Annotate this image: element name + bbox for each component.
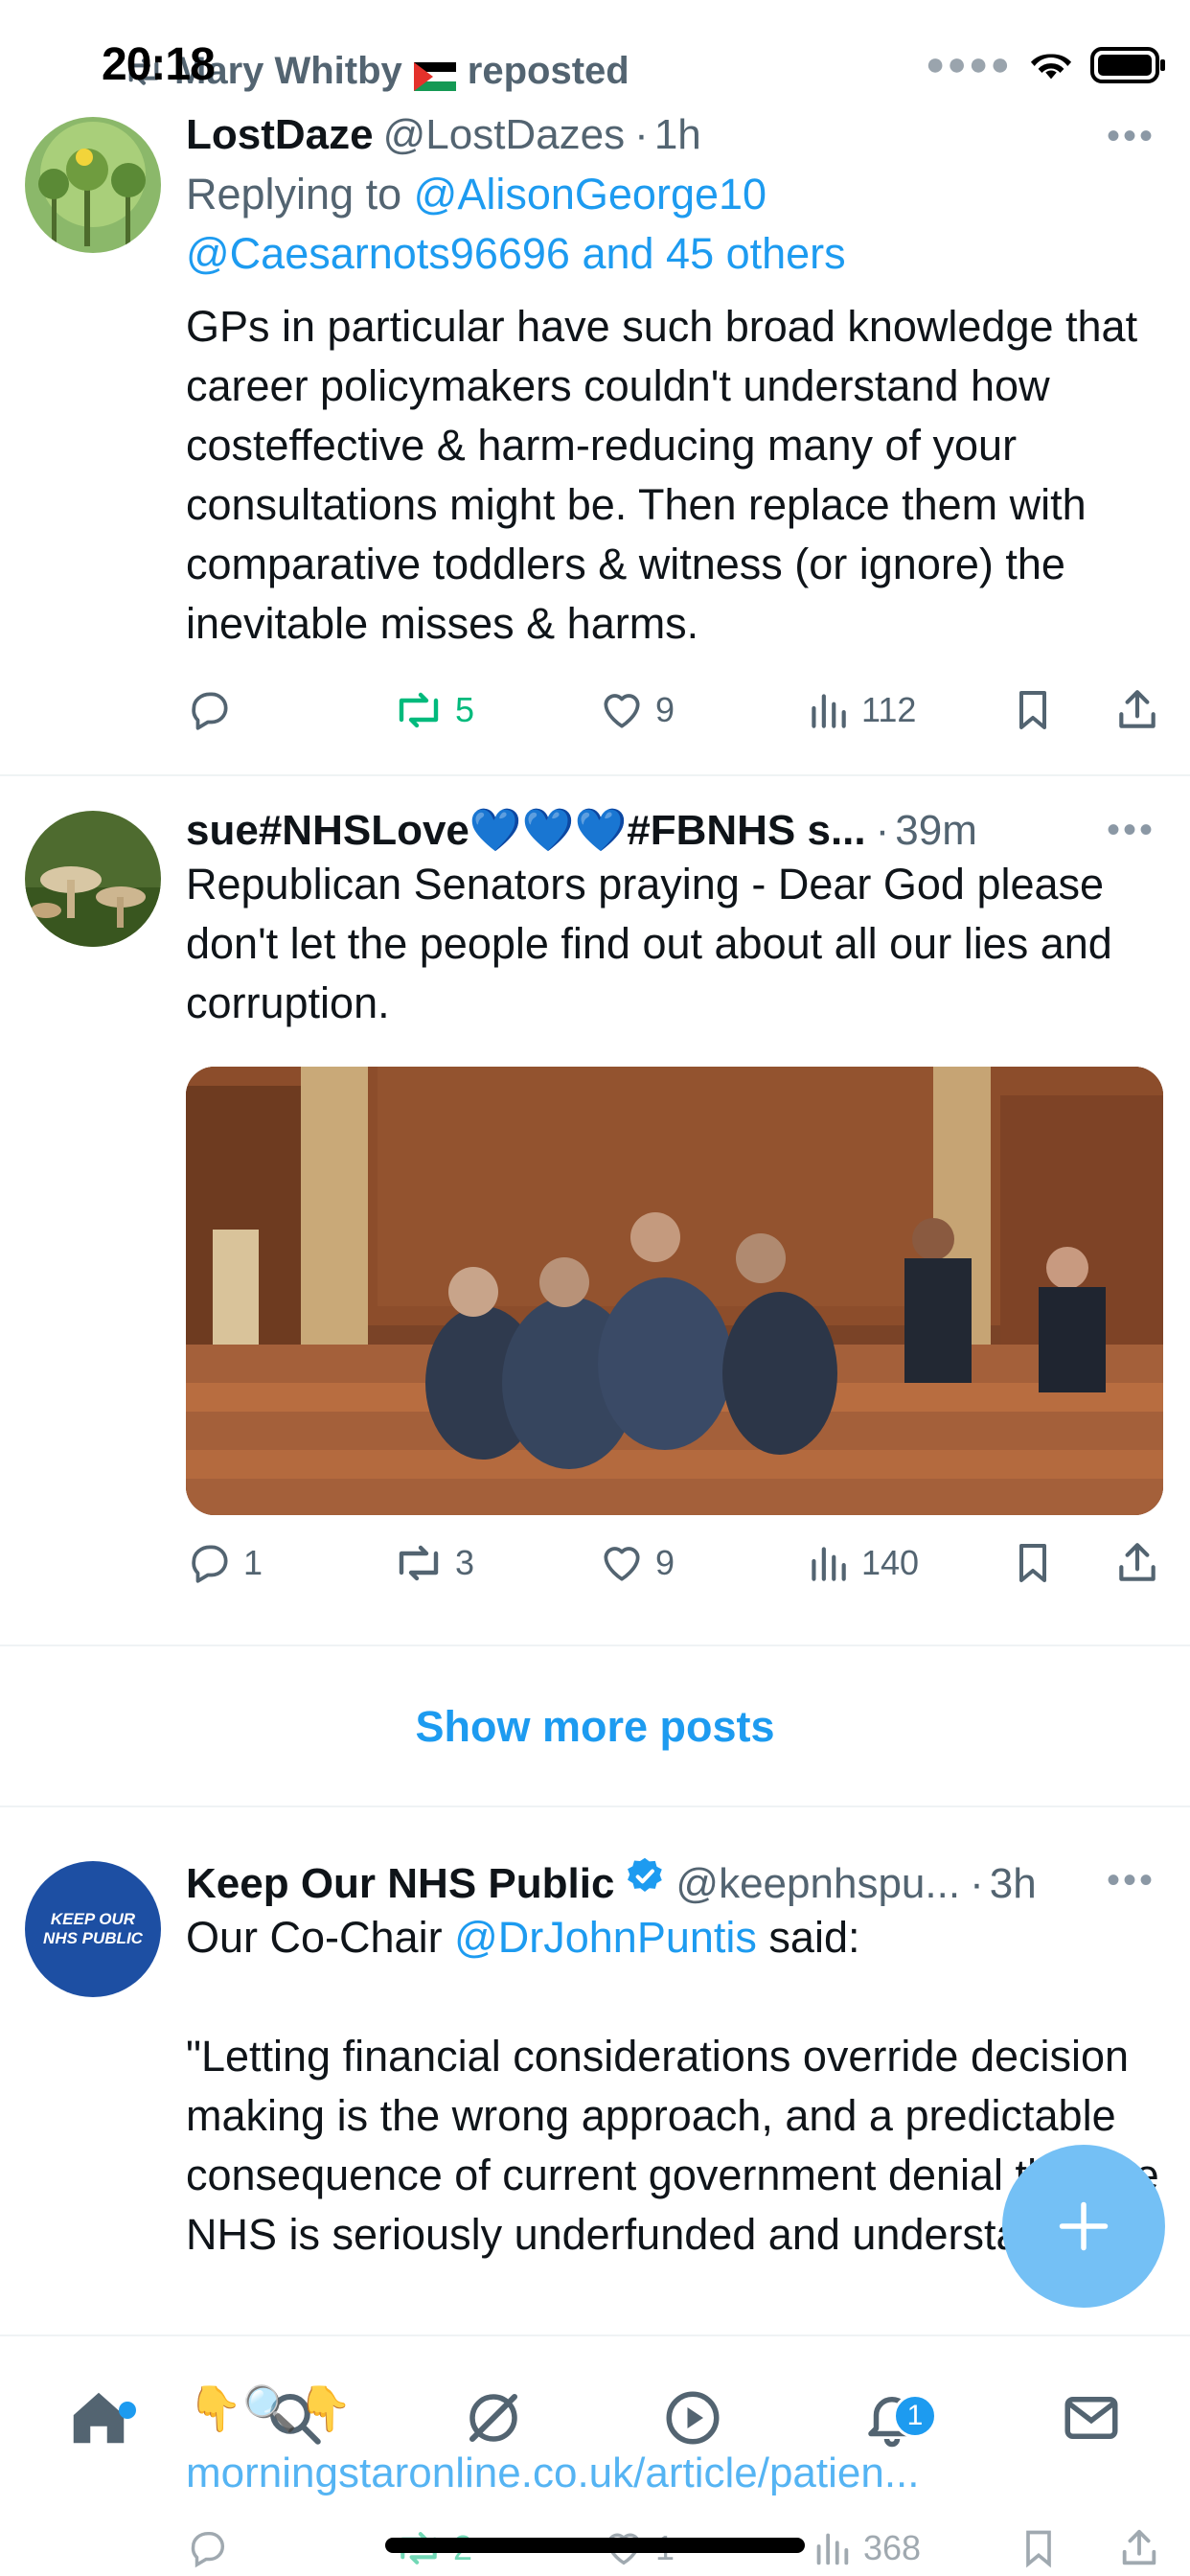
notification-count-badge: 1 bbox=[893, 2394, 937, 2438]
status-time: 20:18 bbox=[102, 39, 216, 90]
post-time[interactable]: 3h bbox=[990, 1860, 1037, 1908]
avatar[interactable] bbox=[25, 117, 161, 253]
post-time[interactable]: 1h bbox=[654, 111, 701, 159]
bookmark-icon[interactable] bbox=[1010, 1539, 1056, 1587]
views-button[interactable]: 368 bbox=[810, 2526, 1015, 2570]
replying-prefix: Replying to bbox=[186, 170, 402, 218]
avatar-logo-text: KEEP OUR bbox=[50, 1910, 136, 1928]
reply-mention[interactable]: @AlisonGeorge10 bbox=[414, 170, 767, 218]
post-actions: 1 3 9 140 bbox=[186, 1539, 1161, 1587]
mention-link[interactable]: @DrJohnPuntis bbox=[454, 1913, 757, 1962]
article-link[interactable]: morningstaronline.co.uk/article/patien..… bbox=[186, 2450, 920, 2497]
verified-badge-icon bbox=[628, 1857, 663, 1892]
repost-icon bbox=[399, 692, 439, 728]
dot-separator: · bbox=[634, 111, 649, 158]
post-text-intro: Our Co-Chair @DrJohnPuntis said: bbox=[186, 1908, 1171, 1967]
palestine-flag-icon bbox=[413, 58, 456, 91]
post-secondary-actions bbox=[1010, 686, 1161, 734]
post-time[interactable]: 39m bbox=[895, 807, 977, 855]
like-count: 9 bbox=[655, 1543, 675, 1582]
post-text: Republican Senators praying - Dear God p… bbox=[186, 860, 1112, 1027]
repost-button[interactable]: 3 bbox=[392, 1539, 597, 1587]
avatar[interactable]: KEEP OUR NHS PUBLIC bbox=[25, 1861, 161, 1997]
reply-icon bbox=[192, 1545, 228, 1583]
like-button[interactable]: 9 bbox=[598, 686, 803, 734]
reply-icon bbox=[191, 2531, 225, 2568]
plus-icon bbox=[1059, 2201, 1109, 2251]
views-button[interactable]: 112 bbox=[804, 686, 1009, 734]
dot-separator: · bbox=[970, 1860, 984, 1907]
divider bbox=[0, 774, 1190, 776]
post-photo[interactable] bbox=[186, 1067, 1163, 1515]
repost-count: 5 bbox=[455, 690, 475, 729]
play-icon bbox=[666, 2391, 720, 2445]
status-bar: Mary Whitby reposted 20:18 ●●●● bbox=[0, 0, 1190, 125]
new-posts-dot bbox=[119, 2402, 136, 2419]
repost-button[interactable]: 5 bbox=[392, 686, 597, 734]
repost-count: 3 bbox=[455, 1543, 475, 1582]
avatar[interactable] bbox=[25, 811, 161, 947]
display-name[interactable]: LostDaze bbox=[186, 111, 374, 159]
compose-post-button[interactable] bbox=[1002, 2145, 1165, 2308]
display-name[interactable]: sue#NHSLove💙💙💙#FBNHS s... bbox=[186, 805, 866, 855]
reply-button[interactable]: 1 bbox=[186, 1539, 391, 1587]
user-handle[interactable]: @keepnhspu... bbox=[675, 1860, 960, 1908]
view-count: 112 bbox=[861, 690, 917, 729]
like-button[interactable]: 9 bbox=[598, 1539, 803, 1587]
text-suffix: said: bbox=[768, 1913, 860, 1962]
mail-icon bbox=[1064, 2397, 1118, 2439]
heart-icon bbox=[604, 694, 640, 728]
bookmark-icon[interactable] bbox=[1018, 2526, 1060, 2570]
views-button[interactable]: 140 bbox=[804, 1539, 1009, 1587]
show-more-posts-link[interactable]: Show more posts bbox=[0, 1702, 1190, 1752]
tab-messages[interactable] bbox=[1048, 2375, 1134, 2461]
grok-icon bbox=[469, 2393, 518, 2443]
views-chart-icon bbox=[812, 1547, 846, 1581]
tab-grok[interactable] bbox=[450, 2375, 537, 2461]
divider bbox=[0, 1644, 1190, 1646]
home-indicator[interactable] bbox=[385, 2538, 805, 2553]
views-chart-icon bbox=[812, 694, 846, 728]
post-actions: 5 9 112 bbox=[186, 686, 1161, 734]
reply-button[interactable] bbox=[186, 686, 391, 734]
emoji-line: 👇🔍👇 bbox=[188, 2383, 353, 2433]
display-name[interactable]: Keep Our NHS Public bbox=[186, 1860, 614, 1908]
share-icon[interactable] bbox=[1117, 2526, 1161, 2570]
text-prefix: Our Co-Chair bbox=[186, 1913, 443, 1962]
user-handle[interactable]: @LostDazes bbox=[383, 111, 626, 159]
reply-mention[interactable]: @Caesarnots96696 bbox=[186, 229, 570, 278]
battery-icon bbox=[1090, 46, 1165, 83]
share-icon[interactable] bbox=[1113, 686, 1161, 734]
replying-to: Replying to @AlisonGeorge10 @Caesarnots9… bbox=[186, 165, 1171, 284]
repost-action: reposted bbox=[467, 50, 629, 92]
repost-icon bbox=[399, 1545, 439, 1581]
avatar-logo-text: NHS PUBLIC bbox=[43, 1929, 143, 1947]
cellular-signal-icon: ●●●● bbox=[925, 46, 1012, 82]
reply-icon bbox=[192, 692, 228, 730]
tab-notifications[interactable]: 1 bbox=[849, 2375, 937, 2461]
status-indicators: ●●●● bbox=[926, 46, 1167, 83]
tab-video[interactable] bbox=[650, 2375, 736, 2461]
reply-button[interactable] bbox=[186, 2526, 391, 2570]
reply-count: 1 bbox=[243, 1543, 263, 1582]
wifi-icon bbox=[1030, 53, 1072, 79]
view-count: 368 bbox=[863, 2528, 922, 2567]
dot-separator: · bbox=[875, 807, 890, 854]
divider bbox=[0, 1806, 1190, 1807]
views-chart-icon bbox=[816, 2533, 849, 2565]
reply-others-link[interactable]: and 45 others bbox=[582, 229, 845, 278]
post-secondary-actions bbox=[1010, 1539, 1161, 1587]
post-text: GPs in particular have such broad knowle… bbox=[186, 302, 1138, 648]
bookmark-icon[interactable] bbox=[1010, 686, 1056, 734]
post-secondary-actions bbox=[1018, 2526, 1161, 2570]
home-icon bbox=[73, 2392, 125, 2444]
tab-home[interactable] bbox=[56, 2375, 142, 2461]
like-count: 9 bbox=[655, 690, 675, 729]
heart-icon bbox=[604, 1547, 640, 1581]
share-icon[interactable] bbox=[1113, 1539, 1161, 1587]
view-count: 140 bbox=[861, 1543, 920, 1582]
